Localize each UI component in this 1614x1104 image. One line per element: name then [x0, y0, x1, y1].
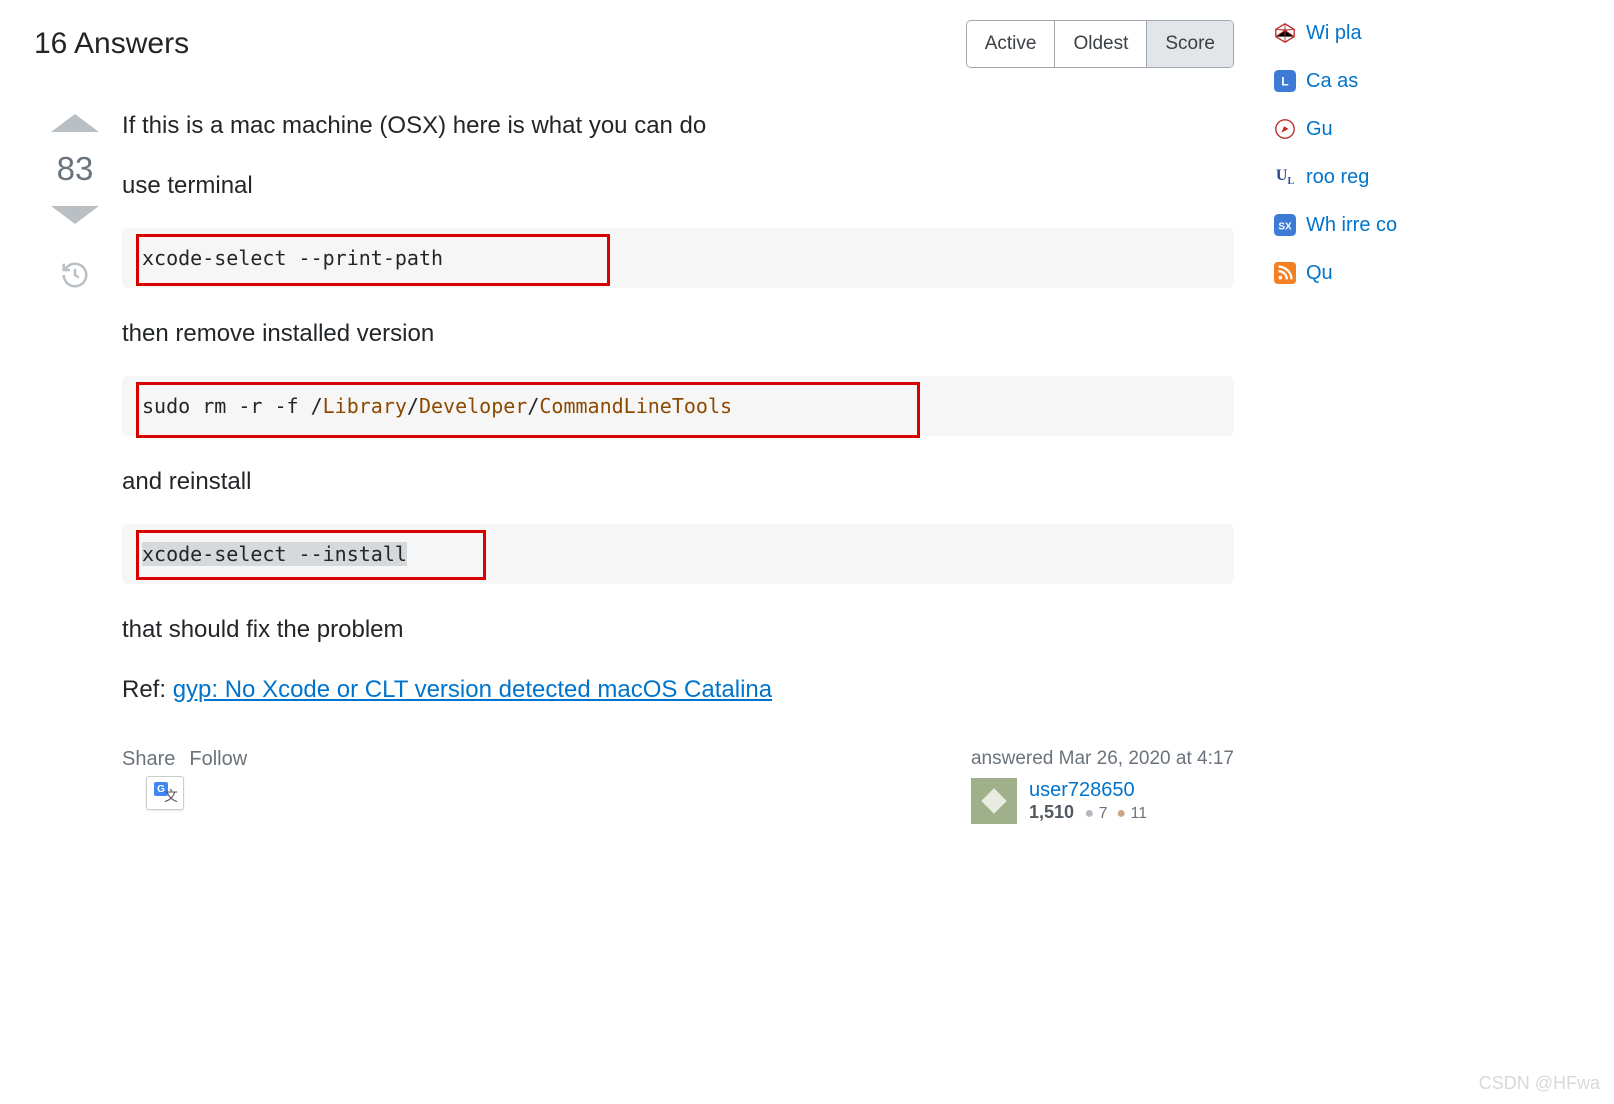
answer-paragraph: then remove installed version [122, 316, 1234, 352]
d20-icon [1274, 22, 1296, 44]
user-reputation: 1,510 [1029, 802, 1074, 822]
sidebar-item[interactable]: UL roo reg [1274, 164, 1534, 190]
tab-active[interactable]: Active [967, 21, 1056, 67]
svg-text:L: L [1281, 74, 1289, 88]
sidebar-item[interactable]: Gu [1274, 116, 1534, 142]
compass-icon [1274, 118, 1296, 140]
answer-paragraph: If this is a mac machine (OSX) here is w… [122, 108, 1234, 144]
answer-reference: Ref: gyp: No Xcode or CLT version detect… [122, 672, 1234, 708]
sidebar-item[interactable]: Qu [1274, 260, 1534, 286]
watermark: CSDN @HFwa [1479, 1073, 1600, 1094]
history-icon[interactable] [60, 260, 90, 295]
answered-timestamp: answered Mar 26, 2020 at 4:17 [971, 748, 1234, 770]
user-badges: ● 7 ● 11 [1084, 805, 1147, 822]
user-name-link[interactable]: user728650 [1029, 779, 1147, 802]
user-card: answered Mar 26, 2020 at 4:17 user728650… [971, 748, 1234, 824]
badge-sx-icon: SX [1274, 214, 1296, 236]
downvote-button[interactable] [51, 206, 99, 224]
code-block-remove: sudo rm -r -f /Library/Developer/Command… [122, 376, 1234, 436]
sidebar-item[interactable]: SX Wh irre co [1274, 212, 1534, 238]
code-block-print-path: xcode-select --print-path [122, 228, 1234, 288]
ul-icon: UL [1274, 166, 1296, 188]
tab-score[interactable]: Score [1147, 21, 1233, 67]
sidebar-item[interactable]: L Ca as [1274, 68, 1534, 94]
sidebar: Wi pla L Ca as Gu UL roo reg SX Wh irre … [1234, 20, 1534, 824]
answer-paragraph: that should fix the problem [122, 612, 1234, 648]
svg-text:SX: SX [1278, 221, 1292, 232]
answers-count-title: 16 Answers [34, 27, 189, 61]
sidebar-item[interactable]: Wi pla [1274, 20, 1534, 46]
answer-paragraph: use terminal [122, 168, 1234, 204]
upvote-button[interactable] [51, 114, 99, 132]
answer-paragraph: and reinstall [122, 464, 1234, 500]
google-translate-widget[interactable]: G 文 [146, 776, 184, 810]
user-avatar[interactable] [971, 778, 1017, 824]
rss-icon [1274, 262, 1296, 284]
vote-count: 83 [57, 150, 94, 188]
code-block-install: xcode-select --install [122, 524, 1234, 584]
reference-link[interactable]: gyp: No Xcode or CLT version detected ma… [173, 676, 772, 703]
follow-link[interactable]: Follow [189, 748, 247, 824]
sort-tabs: Active Oldest Score [966, 20, 1234, 68]
badge-l-icon: L [1274, 70, 1296, 92]
tab-oldest[interactable]: Oldest [1055, 21, 1147, 67]
